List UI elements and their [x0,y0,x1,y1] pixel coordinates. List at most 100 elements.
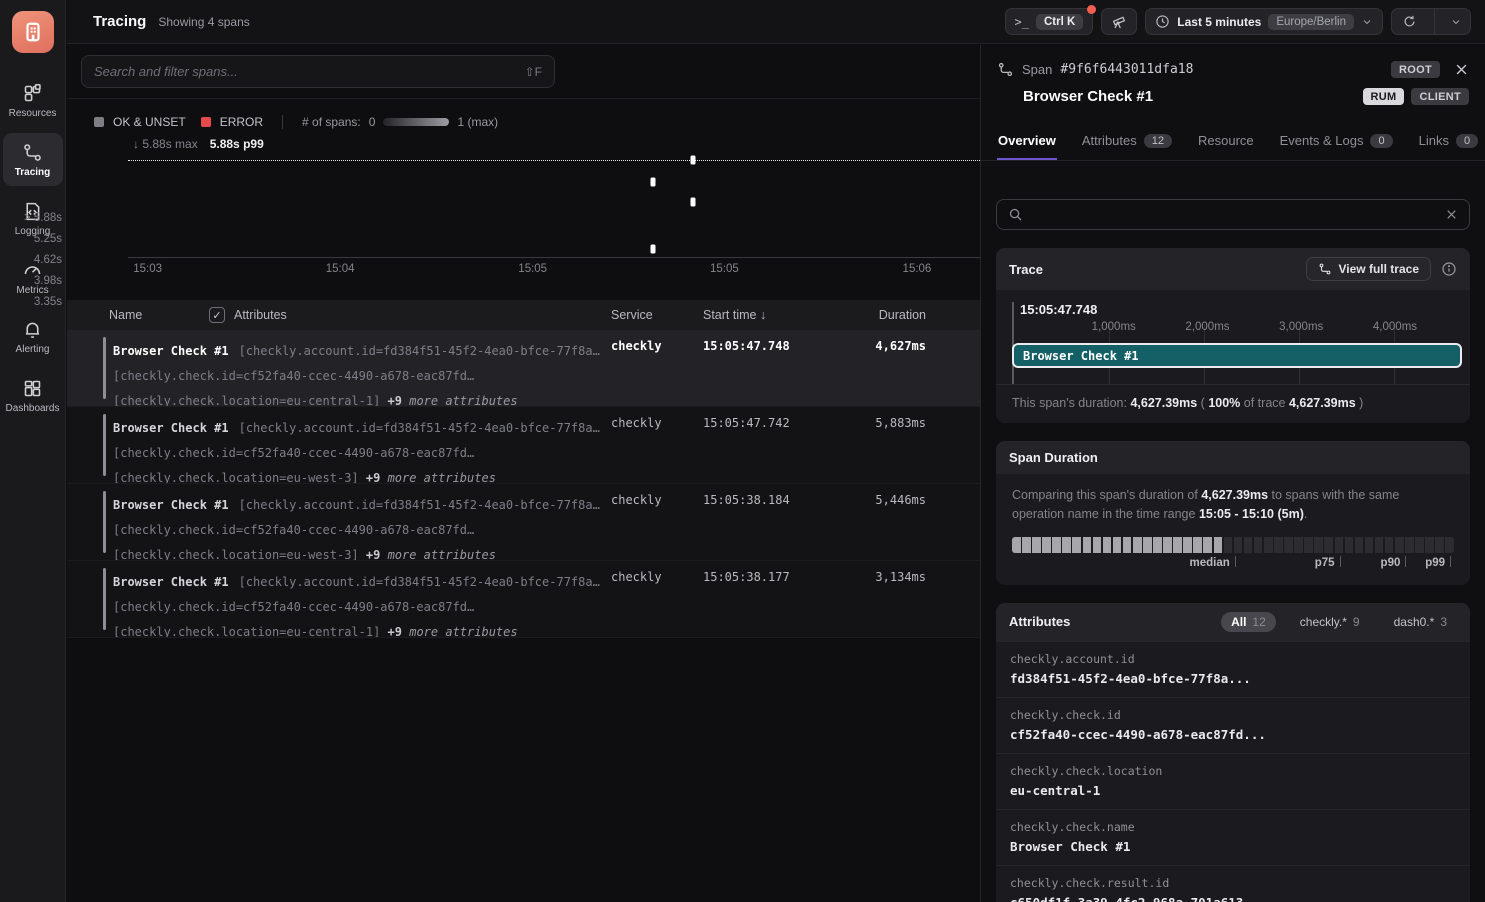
view-full-trace-button[interactable]: View full trace [1306,257,1431,281]
app-root: Resources Tracing Logging Metrics [0,0,1485,902]
detail-tabs: Overview Attributes12 Resource Events & … [981,125,1485,161]
col-duration[interactable]: Duration [826,308,926,322]
attributes-checkbox[interactable]: ✓ [209,307,225,323]
service-cell: checkly [611,570,703,637]
attribute-row[interactable]: checkly.check.name Browser Check #1 [996,809,1470,865]
chart-plot-area[interactable] [128,155,980,258]
start-time-cell: 15:05:47.748 [703,339,826,406]
terminal-icon: >_ [1015,15,1029,29]
command-palette-button[interactable]: >_ Ctrl K [1005,8,1094,35]
attributes-title: Attributes [1009,614,1070,629]
tracing-icon [22,142,43,163]
p99-threshold-line [128,160,980,161]
divider [1434,9,1435,34]
table-row[interactable]: Browser Check #1[checkly.account.id=fd38… [67,561,980,638]
attribute-row[interactable]: checkly.check.id cf52fa40-ccec-4490-a678… [996,697,1470,753]
close-icon [1454,62,1469,77]
sidebar: Resources Tracing Logging Metrics [0,0,66,902]
trace-duration-summary: This span's duration: 4,627.39ms ( 100% … [996,384,1470,423]
sidebar-item-label: Dashboards [6,403,60,414]
chart-point[interactable] [650,177,655,186]
col-attributes[interactable]: Attributes [234,308,287,322]
sidebar-item-alerting[interactable]: Alerting [3,310,63,363]
col-service[interactable]: Service [611,308,703,322]
tab-overview[interactable]: Overview [997,125,1057,160]
more-attributes-link[interactable]: more attributes [409,625,517,637]
histogram-segment [1435,537,1444,553]
spans-table: Name ✓ Attributes Service Start time ↓ D… [67,300,980,638]
histogram-segment [1173,537,1182,553]
tab-attributes[interactable]: Attributes12 [1081,125,1173,160]
col-start-time[interactable]: Start time ↓ [703,308,826,322]
trace-card: Trace View full trace [996,248,1470,423]
close-panel-button[interactable] [1454,62,1469,77]
histogram-segment [1183,537,1192,553]
histogram-segment [1083,537,1092,553]
refresh-options-button[interactable] [1442,16,1470,28]
table-row[interactable]: Browser Check #1[checkly.account.id=fd38… [67,330,980,407]
chevron-down-icon [1361,16,1373,28]
explore-button[interactable] [1101,8,1137,35]
attribute-row[interactable]: checkly.account.id fd384f51-45f2-4ea0-bf… [996,641,1470,697]
info-icon[interactable] [1441,261,1457,277]
sidebar-item-resources[interactable]: Resources [3,74,63,127]
sidebar-item-dashboards[interactable]: Dashboards [3,369,63,422]
histogram-segment [1052,537,1061,553]
duration-cell: 5,883ms [826,416,926,483]
legend-error-label[interactable]: ERROR [220,115,263,129]
more-attributes-link[interactable]: more attributes [409,394,517,406]
clear-search-icon[interactable] [1445,208,1458,221]
more-attributes-link[interactable]: more attributes [388,471,496,483]
table-row[interactable]: Browser Check #1[checkly.account.id=fd38… [67,407,980,484]
dash0-logo[interactable] [12,11,54,53]
filter-checkly[interactable]: checkly.*9 [1290,612,1370,632]
filter-dash0[interactable]: dash0.*3 [1384,612,1457,632]
filter-all[interactable]: All12 [1221,612,1276,632]
histogram-segment [1163,537,1172,553]
y-tick: 5.25s [7,233,62,245]
span-search-bar[interactable]: ⇧F [81,55,555,88]
refresh-icon [1402,14,1417,29]
axis-tick: 1,000ms [1092,321,1136,333]
attribute-row[interactable]: checkly.check.result.id c650df1f-3a39-4f… [996,865,1470,902]
more-attributes-link[interactable]: more attributes [388,548,496,560]
chart-legend: OK & UNSET ERROR # of spans: 0 1 (max) [94,115,498,129]
x-tick: 15:05 [518,263,547,275]
legend-ok-label[interactable]: OK & UNSET [113,115,186,129]
topbar: Tracing Showing 4 spans >_ Ctrl K Last 5… [67,0,1485,44]
histogram-segment [1214,537,1223,553]
chart-point[interactable] [690,197,695,206]
refresh-button[interactable] [1392,14,1427,29]
tab-events-logs[interactable]: Events & Logs0 [1279,125,1394,160]
detail-search-bar[interactable] [996,199,1470,230]
resources-icon [22,83,43,104]
histogram-segment [1345,537,1354,553]
chart-point[interactable] [650,244,655,253]
histogram-segment [1193,537,1202,553]
detail-search-input[interactable] [1032,207,1436,222]
span-search-input[interactable] [94,64,525,79]
histogram-segment [1153,537,1162,553]
attribute-row[interactable]: checkly.check.location eu-central-1 [996,753,1470,809]
histogram-segment [1123,537,1132,553]
histogram-segment [1012,537,1021,553]
col-name[interactable]: Name [109,308,209,322]
chart-point[interactable] [690,156,695,165]
chart-annotations: ↓ 5.88s max 5.88s p99 [133,137,264,151]
tick [1235,556,1236,567]
y-tick: 3.35s [7,296,62,308]
axis-tick: 2,000ms [1185,321,1229,333]
time-range-picker[interactable]: Last 5 minutes Europe/Berlin [1145,8,1383,35]
tab-links[interactable]: Links0 [1418,125,1479,160]
notification-dot [1087,5,1096,14]
histogram-segment [1314,537,1323,553]
divider [282,115,283,129]
timezone-badge: Europe/Berlin [1268,14,1354,30]
table-row[interactable]: Browser Check #1[checkly.account.id=fd38… [67,484,980,561]
sidebar-item-tracing[interactable]: Tracing [3,133,63,186]
selected-span-bar[interactable]: Browser Check #1 [1012,343,1462,368]
root-badge: ROOT [1391,61,1440,78]
tab-resource[interactable]: Resource [1197,125,1255,160]
tick [1450,556,1451,567]
rum-badge: RUM [1363,88,1405,105]
